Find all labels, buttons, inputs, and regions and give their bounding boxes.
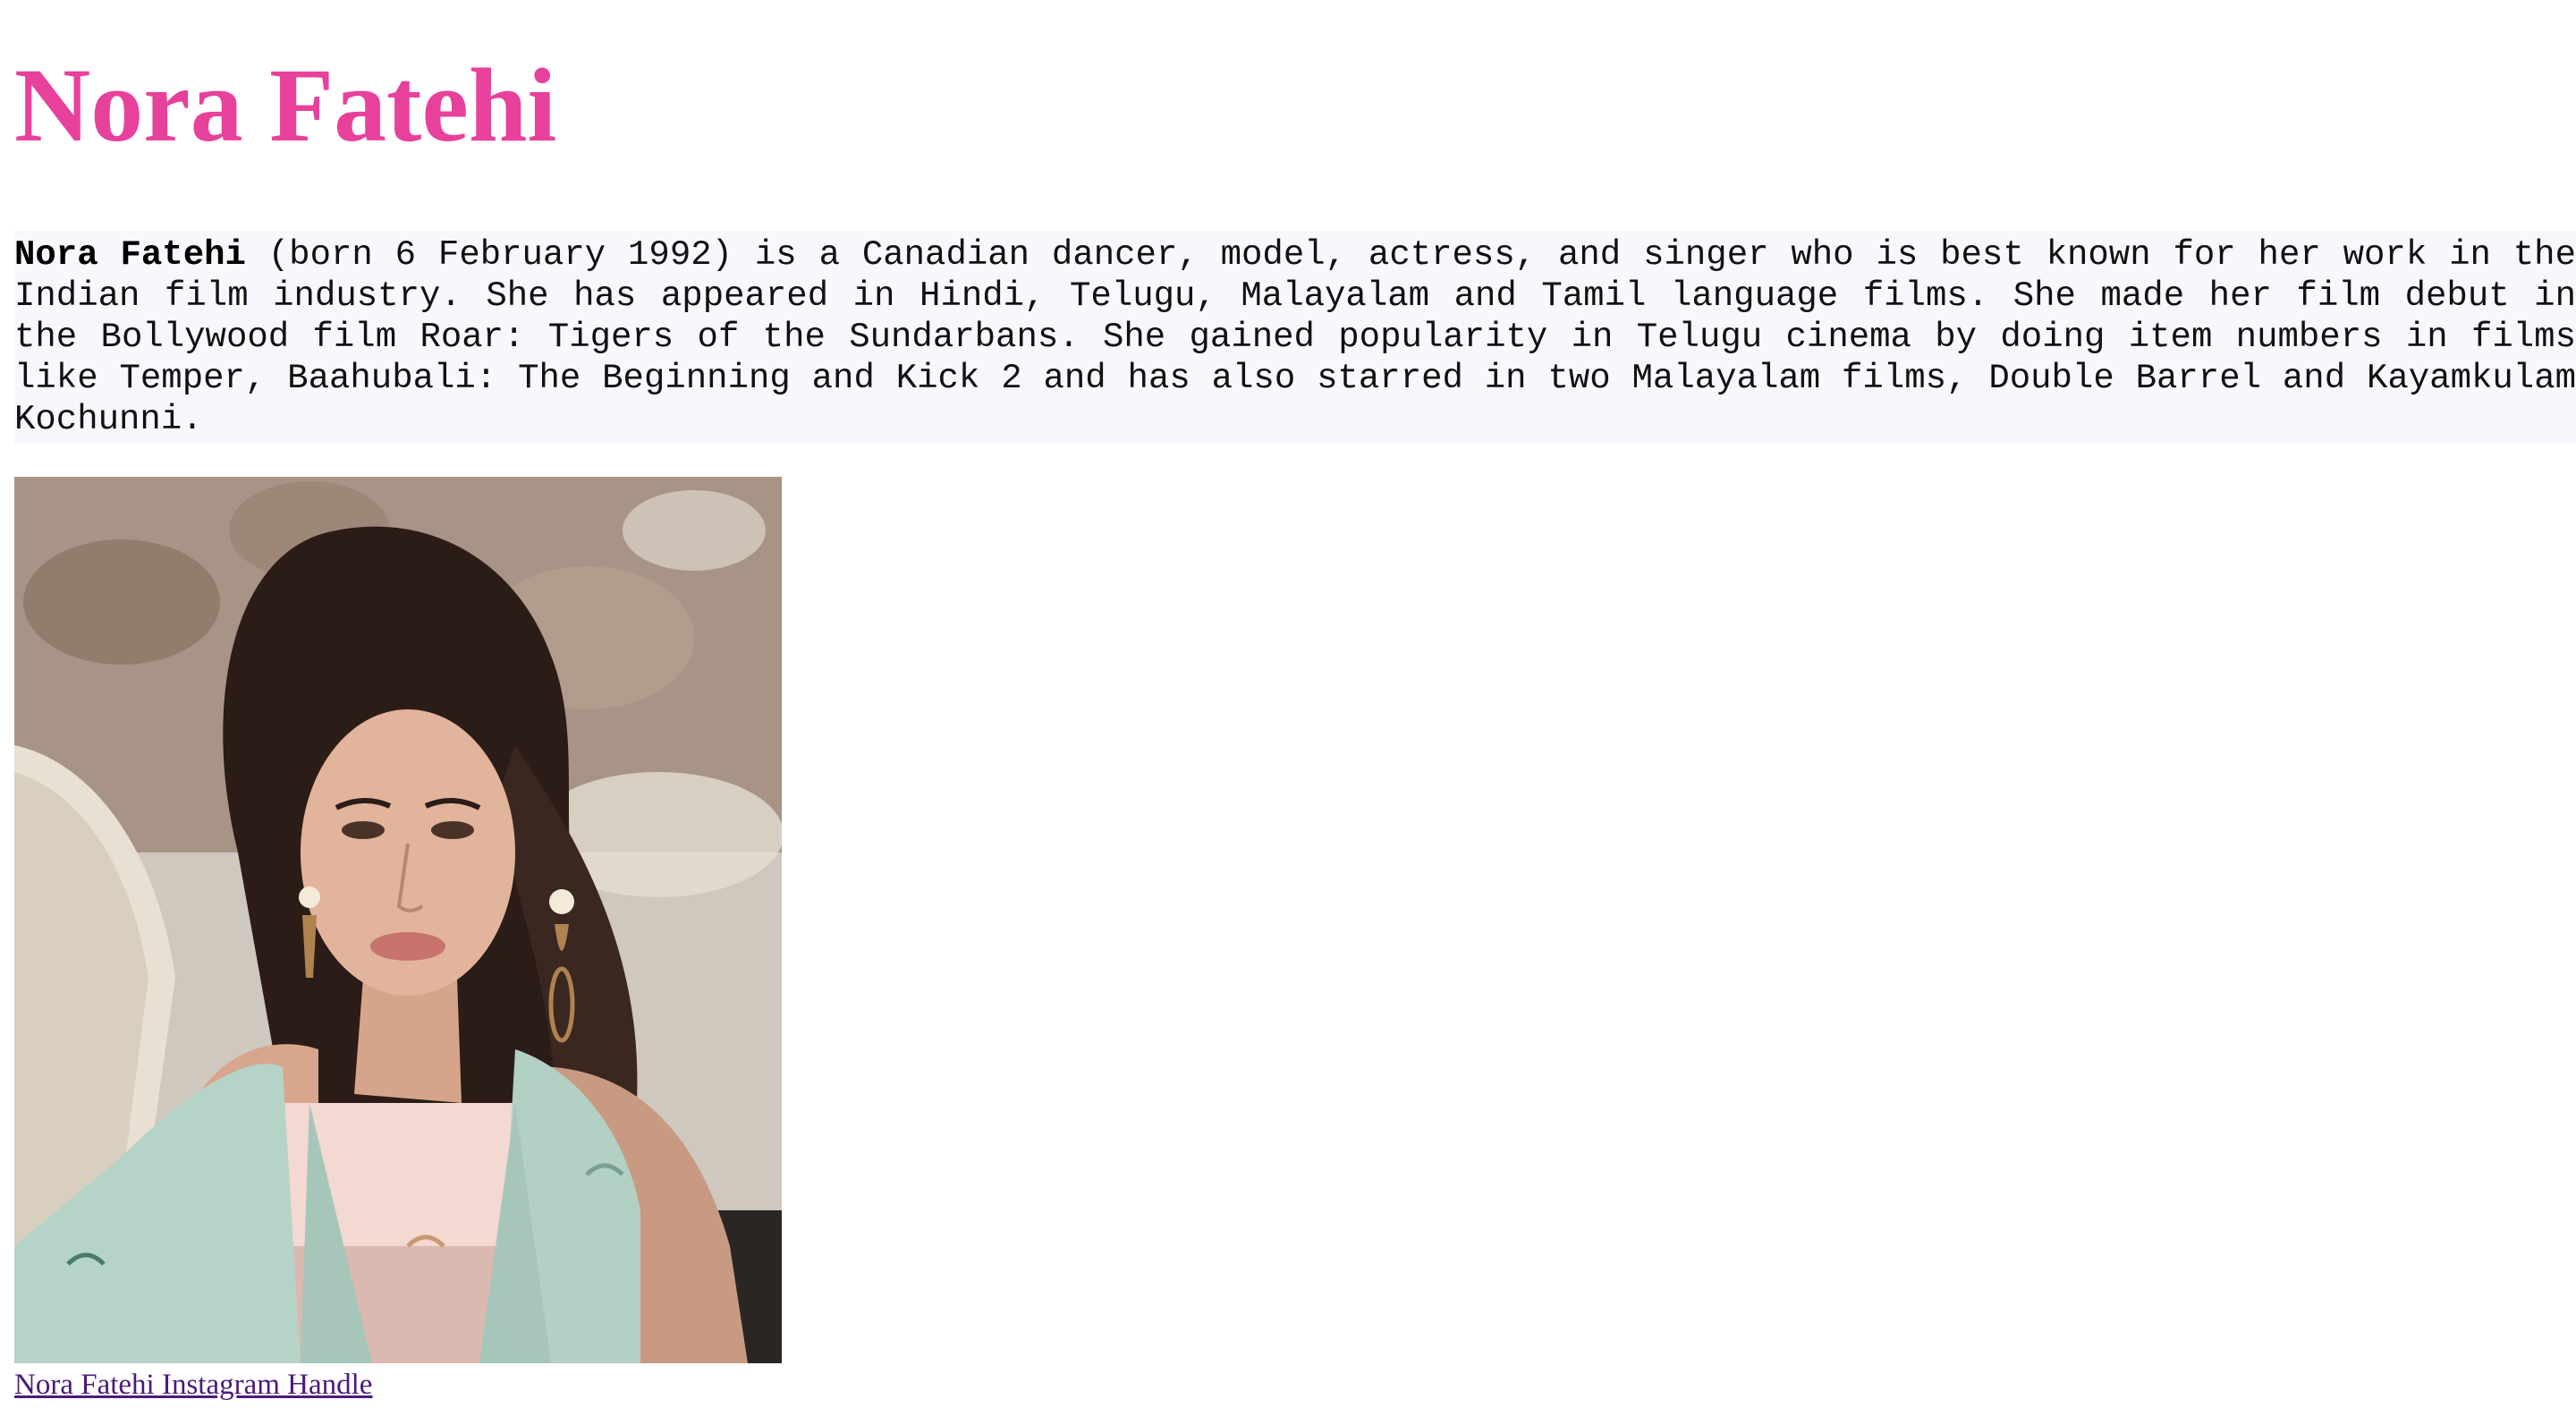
portrait-illustration bbox=[14, 477, 782, 1363]
bio-name: Nora Fatehi bbox=[14, 235, 246, 275]
portrait-photo bbox=[14, 477, 782, 1363]
bio-text: (born 6 February 1992) is a Canadian dan… bbox=[14, 235, 2576, 439]
page-title: Nora Fatehi bbox=[14, 47, 557, 164]
page: Nora Fatehi Nora Fatehi (born 6 February… bbox=[0, 0, 2576, 1408]
bio-paragraph: Nora Fatehi (born 6 February 1992) is a … bbox=[14, 231, 2576, 444]
instagram-link[interactable]: Nora Fatehi Instagram Handle bbox=[14, 1367, 372, 1403]
